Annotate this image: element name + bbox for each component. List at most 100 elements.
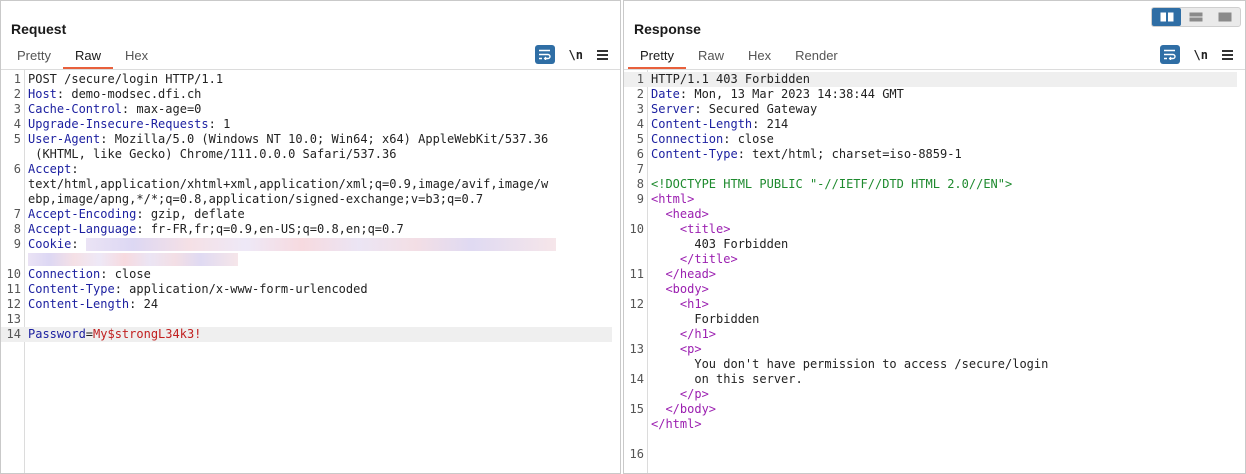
tab-hex[interactable]: Hex: [113, 47, 160, 69]
line-content: </title>: [651, 252, 738, 267]
code-line: 1 HTTP/1.1 403 Forbidden: [624, 72, 1237, 87]
line-number: 12: [6, 297, 21, 311]
code-line: 5 User-Agent: Mozilla/5.0 (Windows NT 10.…: [1, 132, 612, 147]
line-number: 16: [629, 447, 644, 461]
response-lines: 1 HTTP/1.1 403 Forbidden 2 Date: Mon, 13 Ma…: [624, 72, 1237, 462]
code-text: POST /secure/login HTTP/1.1: [28, 72, 224, 86]
split-vertical-button[interactable]: [1181, 8, 1210, 26]
word-wrap-icon: [1164, 49, 1176, 60]
code-line: Forbidden: [624, 312, 1237, 327]
code-text: : 24: [129, 297, 159, 311]
line-content: Forbidden: [651, 312, 759, 327]
split-horizontal-button[interactable]: [1152, 8, 1182, 26]
request-pane: Request Pretty Raw Hex \n 1 POST /secure/lo…: [0, 0, 621, 474]
code-text: =: [85, 327, 94, 341]
line-number: 15: [629, 402, 644, 416]
code-line: </h1>: [624, 327, 1237, 342]
line-content: </body>: [651, 402, 716, 417]
line-number: 9: [636, 192, 644, 206]
code-line: </title>: [624, 252, 1237, 267]
line-content: [28, 252, 238, 267]
header-name: Password: [28, 327, 86, 341]
code-text: : demo-modsec.dfi.ch: [56, 87, 202, 101]
code-text: : fr-FR,fr;q=0.9,en-US;q=0.8,en;q=0.7: [136, 222, 404, 236]
header-name: Host: [28, 87, 57, 101]
tab-hex[interactable]: Hex: [736, 47, 783, 69]
line-content: POST /secure/login HTTP/1.1: [28, 72, 223, 87]
code-text: : gzip, deflate: [136, 207, 245, 221]
code-text: ebp,image/apng,*/*;q=0.8,application/sig…: [28, 192, 484, 206]
line-content: Connection: close: [651, 132, 774, 147]
request-tabs: Pretty Raw Hex: [5, 47, 160, 69]
code-text: : Secured Gateway: [694, 102, 818, 116]
tab-pretty[interactable]: Pretty: [628, 47, 686, 69]
code-line: You don't have permission to access /sec…: [624, 357, 1237, 372]
line-content: Cache-Control: max-age=0: [28, 102, 201, 117]
single-pane-button[interactable]: [1211, 8, 1240, 26]
code-line: <head>: [624, 207, 1237, 222]
code-text: : close: [723, 132, 774, 146]
header-name: Cache-Control: [28, 102, 122, 116]
code-text: My$strongL34k3!: [93, 327, 202, 341]
code-line: 16: [624, 447, 1237, 462]
response-editor[interactable]: 1 HTTP/1.1 403 Forbidden 2 Date: Mon, 13 Ma…: [624, 69, 1245, 473]
code-text: : 214: [752, 117, 789, 131]
line-content: You don't have permission to access /sec…: [651, 357, 1048, 372]
word-wrap-button[interactable]: [534, 45, 555, 64]
tab-raw[interactable]: Raw: [686, 47, 736, 69]
header-name: Upgrade-Insecure-Requests: [28, 117, 209, 131]
split-horizontal-icon: [1160, 12, 1174, 22]
code-text: 403 Forbidden: [651, 237, 789, 251]
code-text: : max-age=0: [121, 102, 202, 116]
split-vertical-icon: [1189, 12, 1203, 22]
show-newlines-button[interactable]: \n: [1194, 48, 1208, 62]
code-line: 15 </body>: [624, 402, 1237, 417]
line-number: 5: [13, 132, 21, 146]
line-content: <head>: [651, 207, 709, 222]
line-number: 4: [13, 117, 21, 131]
tab-render[interactable]: Render: [783, 47, 850, 69]
code-text: You don't have permission to access /sec…: [651, 357, 1049, 371]
line-content: <h1>: [651, 297, 709, 312]
code-line: 2 Date: Mon, 13 Mar 2023 14:38:44 GMT: [624, 87, 1237, 102]
code-line: 3 Cache-Control: max-age=0: [1, 102, 612, 117]
line-content: Accept-Encoding: gzip, deflate: [28, 207, 245, 222]
header-name: Connection: [651, 132, 724, 146]
line-number: 6: [13, 162, 21, 176]
menu-icon[interactable]: [1222, 49, 1233, 60]
line-content: </head>: [651, 267, 716, 282]
code-text: HTTP/1.1 403 Forbidden: [651, 72, 810, 86]
line-content: <p>: [651, 342, 702, 357]
menu-icon[interactable]: [597, 49, 608, 60]
html-tag: </head>: [651, 267, 717, 281]
html-tag: <head>: [651, 207, 709, 221]
request-editor[interactable]: 1 POST /secure/login HTTP/1.1 2 Host: demo-…: [1, 69, 620, 473]
code-text: : Mozilla/5.0 (Windows NT 10.0; Win64; x…: [100, 132, 549, 146]
code-line: 6 Accept:: [1, 162, 612, 177]
word-wrap-button[interactable]: [1159, 45, 1180, 64]
response-title: Response: [634, 21, 701, 37]
line-content: Date: Mon, 13 Mar 2023 14:38:44 GMT: [651, 87, 904, 102]
html-tag: <html>: [651, 192, 695, 206]
html-tag: </body>: [651, 402, 717, 416]
code-line: 14 Password=My$strongL34k3!: [1, 327, 612, 342]
response-toolbar: \n: [1159, 45, 1233, 64]
html-tag: </html>: [651, 417, 702, 431]
code-line: 8 <!DOCTYPE HTML PUBLIC "-//IETF//DTD HTM…: [624, 177, 1237, 192]
header-name: Accept-Encoding: [28, 207, 137, 221]
tab-raw[interactable]: Raw: [62, 47, 113, 69]
header-name: Date: [651, 87, 680, 101]
request-toolbar: \n: [534, 45, 608, 64]
tab-pretty[interactable]: Pretty: [5, 47, 63, 69]
line-number: 2: [636, 87, 644, 101]
line-number: 7: [13, 207, 21, 221]
line-content: Accept:: [28, 162, 79, 177]
code-line: 11 </head>: [624, 267, 1237, 282]
html-tag: <p>: [651, 342, 702, 356]
line-content: ebp,image/apng,*/*;q=0.8,application/sig…: [28, 192, 483, 207]
html-tag: <body>: [651, 282, 709, 296]
code-line: 12 <h1>: [624, 297, 1237, 312]
show-newlines-button[interactable]: \n: [569, 48, 583, 62]
line-number: 9: [13, 237, 21, 251]
line-content: Upgrade-Insecure-Requests: 1: [28, 117, 230, 132]
